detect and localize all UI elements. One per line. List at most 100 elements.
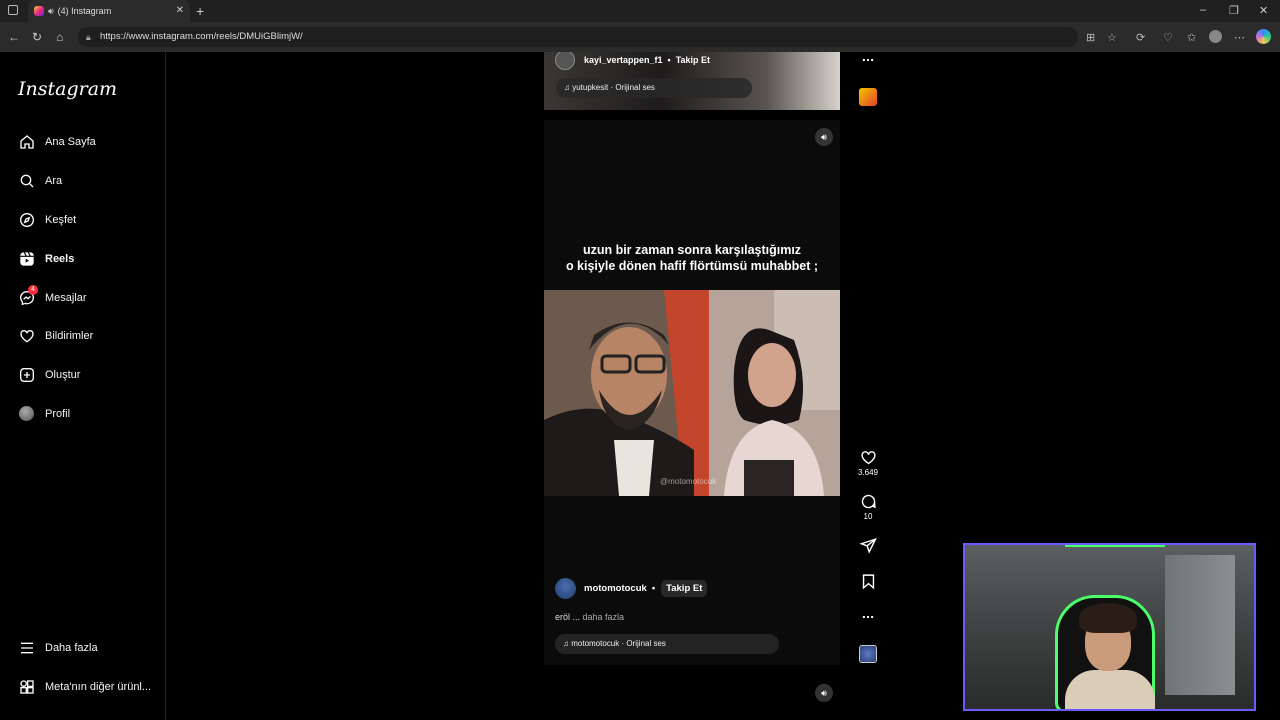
bookmark-icon xyxy=(862,574,874,590)
more-icon xyxy=(862,615,874,619)
sidebar-item-create[interactable]: Oluştur xyxy=(18,366,80,383)
new-tab-icon[interactable]: + xyxy=(196,3,204,19)
sidebar-item-notifications[interactable]: Bildirimler xyxy=(18,327,93,344)
url-text: https://www.instagram.com/reels/DMUiGBli… xyxy=(100,31,303,42)
avatar[interactable] xyxy=(555,578,576,599)
audio-label: motomotocuk · Orijinal ses xyxy=(571,639,666,648)
close-tab-icon[interactable]: ✕ xyxy=(176,5,184,16)
settings-more-icon[interactable]: ⋯ xyxy=(1234,31,1245,44)
reels-icon xyxy=(18,250,35,267)
sidebar-item-more[interactable]: Daha fazla xyxy=(18,639,98,656)
compass-icon xyxy=(18,211,35,228)
app-available-icon[interactable]: ⊞ xyxy=(1086,31,1095,44)
plus-square-icon xyxy=(18,366,35,383)
follow-button[interactable]: Takip Et xyxy=(661,580,708,597)
sound-icon[interactable]: 🔊︎ xyxy=(815,684,833,702)
more-link[interactable]: daha fazla xyxy=(583,612,625,622)
sidebar-item-reels[interactable]: Reels xyxy=(18,250,74,267)
reel-overlay-caption: uzun bir zaman sonra karşılaştığımız o k… xyxy=(544,242,840,274)
copilot-icon[interactable] xyxy=(1256,29,1271,44)
restore-icon[interactable]: ❐ xyxy=(1229,4,1239,17)
avatar[interactable] xyxy=(555,52,575,70)
video-scene-image xyxy=(544,290,840,496)
reload-icon[interactable]: ↻ xyxy=(32,30,42,44)
browser-tab[interactable]: 🔊︎ (4) Instagram ✕ xyxy=(28,0,190,22)
separator-dot: • xyxy=(651,583,656,594)
back-icon[interactable]: ← xyxy=(8,30,20,44)
prev-more-icon[interactable] xyxy=(856,53,880,67)
url-field[interactable]: 🔒︎ https://www.instagram.com/reels/DMUiG… xyxy=(78,27,1078,47)
sidebar-item-label: Daha fazla xyxy=(45,641,98,654)
sidebar-item-label: Ara xyxy=(45,174,63,187)
speaker-icon[interactable]: 🔊︎ xyxy=(48,6,54,17)
prev-audio-thumbnail[interactable] xyxy=(859,88,877,106)
sidebar-item-label: Profil xyxy=(45,407,71,420)
meta-apps-icon xyxy=(18,678,35,695)
separator-dot: • xyxy=(667,55,671,65)
more-options-button[interactable] xyxy=(856,610,880,624)
webcam-background xyxy=(1165,555,1235,695)
tab-actions-icon[interactable] xyxy=(8,5,18,15)
reel-video-frame[interactable] xyxy=(544,290,840,496)
webcam-frame-glow xyxy=(1065,545,1165,547)
sidebar-item-messages[interactable]: 4 Mesajlar xyxy=(18,285,87,306)
sidebar-item-search[interactable]: Ara xyxy=(18,172,62,189)
sidebar-item-label: Keşfet xyxy=(45,213,77,226)
prev-audio-label: yutupkesit · Orijinal ses xyxy=(572,83,655,92)
browser-tab-bar: 🔊︎ (4) Instagram ✕ + – ❐ ✕ xyxy=(0,0,1280,22)
sidebar-item-label: Mesajlar xyxy=(45,291,87,304)
favorites-icon[interactable]: ✩ xyxy=(1187,31,1196,44)
save-button[interactable] xyxy=(856,573,880,590)
address-bar: ← ↻ ⌂ 🔒︎ https://www.instagram.com/reels… xyxy=(0,22,1280,52)
caption-line-1: uzun bir zaman sonra karşılaştığımız xyxy=(582,243,802,257)
prev-audio-pill[interactable]: ♫ yutupkesit · Orijinal ses xyxy=(556,78,752,98)
sidebar-item-label: Oluştur xyxy=(45,368,81,381)
comment-button[interactable]: 10 xyxy=(856,493,880,521)
caption-line-2: o kişiyle dönen hafif flörtümsü muhabbet… xyxy=(565,259,819,273)
home-browser-icon[interactable]: ⌂ xyxy=(56,30,63,44)
instagram-favicon-icon xyxy=(34,6,44,16)
browser-essentials-icon[interactable]: ♡ xyxy=(1163,31,1173,44)
messenger-icon: 4 xyxy=(18,285,38,306)
sidebar-item-label: Ana Sayfa xyxy=(45,135,96,148)
heart-icon xyxy=(18,327,35,344)
lock-icon: 🔒︎ xyxy=(86,32,91,42)
comment-icon xyxy=(861,494,876,509)
avatar xyxy=(18,405,35,422)
sidebar-item-label: Meta'nın diğer ürünl... xyxy=(45,680,152,693)
sidebar: Instagram xyxy=(0,52,166,720)
audio-thumbnail[interactable] xyxy=(859,645,877,663)
minimize-icon[interactable]: – xyxy=(1200,4,1206,16)
audio-pill[interactable]: ♫ motomotocuk · Orijinal ses xyxy=(555,634,779,654)
home-icon xyxy=(18,133,35,150)
share-button[interactable] xyxy=(856,537,880,554)
reel-username[interactable]: motomotocuk xyxy=(584,583,647,594)
sidebar-item-explore[interactable]: Keşfet xyxy=(18,211,76,228)
instagram-logo[interactable]: Instagram xyxy=(18,78,117,100)
prev-follow-button[interactable]: Takip Et xyxy=(676,55,710,65)
previous-reel[interactable]: kayi_vertappen_f1 • Takip Et ♫ yutupkesi… xyxy=(544,52,840,110)
video-watermark: @motomotocuk xyxy=(660,477,717,486)
send-icon xyxy=(859,537,877,554)
person-hair xyxy=(1079,603,1137,633)
like-button[interactable]: 3.649 xyxy=(856,449,880,477)
sound-icon[interactable]: 🔊︎ xyxy=(815,128,833,146)
extensions-icon[interactable]: ⟳ xyxy=(1136,31,1145,44)
sidebar-item-label: Bildirimler xyxy=(45,329,94,342)
webcam-overlay xyxy=(963,543,1256,711)
person-shirt xyxy=(1065,670,1155,709)
menu-icon xyxy=(18,639,35,656)
sidebar-item-meta[interactable]: Meta'nın diğer ürünl... xyxy=(18,678,151,695)
description-text: eröl ... xyxy=(555,612,581,622)
reel-description[interactable]: eröl ... daha fazla xyxy=(555,612,624,622)
prev-username[interactable]: kayi_vertappen_f1 xyxy=(584,55,663,65)
browser-profile-avatar[interactable] xyxy=(1209,30,1222,43)
sidebar-item-home[interactable]: Ana Sayfa xyxy=(18,133,96,150)
prev-reel-user[interactable]: kayi_vertappen_f1 • Takip Et xyxy=(555,52,710,70)
close-window-icon[interactable]: ✕ xyxy=(1259,4,1268,17)
reel-author[interactable]: motomotocuk • Takip Et xyxy=(555,578,708,599)
search-icon xyxy=(18,172,35,189)
music-note-icon: ♫ xyxy=(564,83,570,92)
favorite-star-icon[interactable]: ☆ xyxy=(1107,31,1117,44)
sidebar-item-profile[interactable]: Profil xyxy=(18,405,70,422)
